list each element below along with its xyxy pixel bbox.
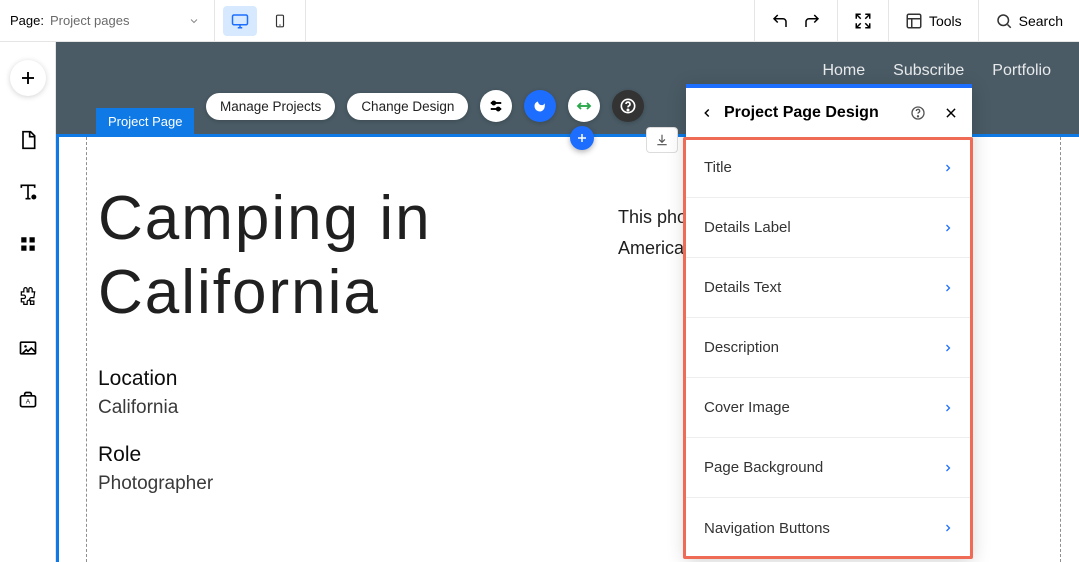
layout-icon — [905, 12, 923, 30]
zoom-fit-button[interactable] — [854, 12, 872, 30]
change-design-button[interactable]: Change Design — [347, 93, 468, 120]
tools-button[interactable]: Tools — [905, 12, 962, 30]
nav-link-home[interactable]: Home — [822, 62, 865, 80]
nav-link-subscribe[interactable]: Subscribe — [893, 62, 964, 80]
chevron-right-icon — [942, 462, 954, 474]
panel-item-title[interactable]: Title — [686, 138, 972, 198]
panel-item-page-background[interactable]: Page Background — [686, 438, 972, 498]
selection-tag[interactable]: Project Page — [96, 108, 194, 135]
manage-projects-button[interactable]: Manage Projects — [206, 93, 335, 120]
guide-line-right — [1060, 137, 1061, 562]
add-section-button[interactable] — [570, 126, 594, 150]
panel-help-icon[interactable] — [910, 105, 926, 121]
chevron-right-icon — [942, 282, 954, 294]
business-icon[interactable]: A — [16, 388, 40, 412]
chevron-down-icon — [188, 15, 200, 27]
site-nav: Home Subscribe Portfolio — [822, 62, 1051, 80]
page-selector-value: Project pages — [50, 13, 130, 28]
apps-icon[interactable] — [16, 284, 40, 308]
svg-text:A: A — [25, 398, 30, 405]
help-icon[interactable] — [612, 90, 644, 122]
panel-item-cover-image[interactable]: Cover Image — [686, 378, 972, 438]
search-icon — [995, 12, 1013, 30]
panel-item-navigation-buttons[interactable]: Navigation Buttons — [686, 498, 972, 558]
panel-item-details-text[interactable]: Details Text — [686, 258, 972, 318]
tools-label: Tools — [929, 13, 962, 29]
panel-item-details-label[interactable]: Details Label — [686, 198, 972, 258]
theme-icon[interactable] — [16, 180, 40, 204]
settings-toggle-icon[interactable] — [480, 90, 512, 122]
nav-link-portfolio[interactable]: Portfolio — [992, 62, 1051, 80]
desktop-view-button[interactable] — [223, 6, 257, 36]
download-icon[interactable] — [646, 127, 678, 153]
mobile-view-button[interactable] — [263, 6, 297, 36]
device-toggle — [215, 0, 306, 41]
page-selector[interactable]: Page: Project pages — [0, 0, 215, 41]
redo-button[interactable] — [803, 12, 821, 30]
search-button[interactable]: Search — [995, 12, 1063, 30]
chevron-right-icon — [942, 162, 954, 174]
chevron-right-icon — [942, 222, 954, 234]
top-bar: Page: Project pages — [0, 0, 1079, 42]
page-selector-label: Page: — [10, 13, 44, 28]
panel-item-description[interactable]: Description — [686, 318, 972, 378]
left-sidebar: A — [0, 42, 56, 562]
chevron-right-icon — [942, 402, 954, 414]
sections-icon[interactable] — [16, 232, 40, 256]
design-brush-icon[interactable] — [524, 90, 556, 122]
media-icon[interactable] — [16, 336, 40, 360]
search-label: Search — [1019, 13, 1063, 29]
guide-line-left — [86, 137, 87, 562]
undo-button[interactable] — [771, 12, 789, 30]
panel-title: Project Page Design — [724, 104, 900, 122]
panel-back-button[interactable] — [700, 106, 714, 120]
selection-tag-label: Project Page — [108, 114, 182, 129]
add-element-button[interactable] — [10, 60, 46, 96]
chevron-right-icon — [942, 522, 954, 534]
panel-close-button[interactable] — [944, 106, 958, 120]
chevron-right-icon — [942, 342, 954, 354]
design-panel: Project Page Design Title Details Label … — [686, 84, 972, 558]
element-toolbar: Manage Projects Change Design — [206, 90, 644, 122]
stretch-icon[interactable] — [568, 90, 600, 122]
pages-icon[interactable] — [16, 128, 40, 152]
selection-border-left — [56, 137, 59, 562]
